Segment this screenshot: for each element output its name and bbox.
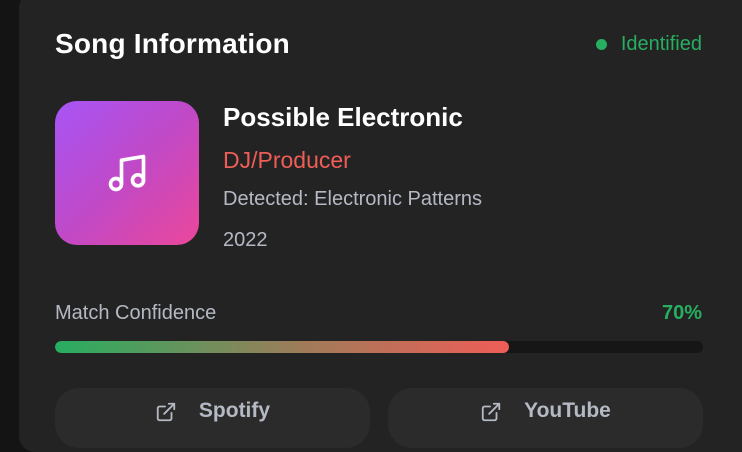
detected-genre: Detected: Electronic Patterns <box>223 188 483 210</box>
card-title: Song Information <box>55 28 290 59</box>
confidence-value: 70% <box>661 302 702 324</box>
confidence-bar <box>55 341 703 353</box>
external-link-icon <box>156 402 176 422</box>
artist-name: DJ/Producer <box>223 147 351 173</box>
confidence-label: Match Confidence <box>55 302 217 324</box>
confidence-bar-fill <box>55 341 509 353</box>
status-dot-icon <box>595 38 607 50</box>
confidence-row: Match Confidence 70% <box>55 302 702 325</box>
card-header: Song Information Identified <box>55 28 702 60</box>
spotify-button-label: Spotify <box>198 399 271 422</box>
external-link-icon <box>481 402 501 422</box>
youtube-button[interactable]: YouTube <box>388 388 703 448</box>
youtube-button-label: YouTube <box>524 399 611 422</box>
status-badge: Identified <box>595 32 702 56</box>
song-title: Possible Electronic <box>223 102 463 132</box>
music-note-icon <box>108 154 146 192</box>
release-year: 2022 <box>223 229 268 251</box>
album-art <box>55 101 199 245</box>
song-details: Possible Electronic DJ/Producer Detected… <box>223 102 482 253</box>
song-info-card: Song Information Identified Possible Ele… <box>19 0 742 452</box>
spotify-button[interactable]: Spotify <box>55 388 370 448</box>
status-text: Identified <box>620 32 702 55</box>
